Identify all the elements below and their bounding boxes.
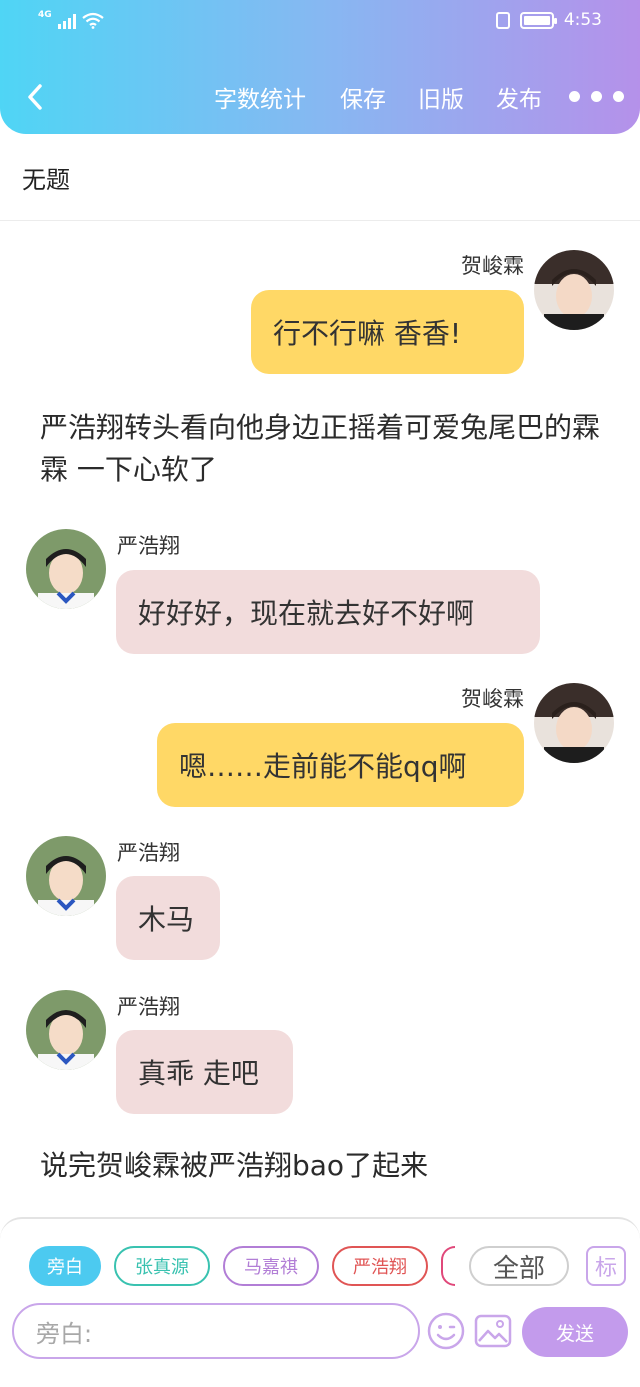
- avatar-yan-haoxiang[interactable]: [26, 529, 106, 609]
- role-chip-partial[interactable]: [441, 1246, 455, 1286]
- signal-icon: [57, 13, 76, 29]
- send-button[interactable]: 发送: [522, 1307, 628, 1357]
- narration-text[interactable]: 说完贺峻霖被严浩翔bao了起来: [40, 1145, 600, 1187]
- battery-icon: [519, 11, 557, 29]
- speaker-name: 严浩翔: [117, 995, 180, 1019]
- word-count-button[interactable]: 字数统计: [214, 80, 306, 114]
- more-dots-icon[interactable]: [569, 91, 624, 102]
- message-bubble[interactable]: 真乖 走吧: [116, 1030, 293, 1114]
- top-header: 4G 4:53 字数统计 保存 旧版 发布: [0, 0, 640, 134]
- role-chip-ma-jiaqi[interactable]: 马嘉祺: [223, 1246, 319, 1286]
- network-label: 4G: [38, 9, 52, 20]
- wifi-icon: [81, 12, 104, 29]
- speaker-name: 贺峻霖: [461, 687, 524, 711]
- message-bubble[interactable]: 嗯……走前能不能qq啊: [157, 723, 524, 807]
- speaker-name: 严浩翔: [117, 534, 180, 558]
- emoji-icon[interactable]: [426, 1311, 466, 1351]
- save-button[interactable]: 保存: [340, 80, 386, 114]
- avatar-he-junlin[interactable]: [534, 683, 614, 763]
- role-chip-zhang-zhenyuan[interactable]: 张真源: [114, 1246, 210, 1286]
- toolbar: 字数统计 保存 旧版 发布: [0, 78, 640, 118]
- narration-text[interactable]: 严浩翔转头看向他身边正摇着可爱兔尾巴的霖霖 一下心软了: [40, 407, 600, 491]
- image-icon[interactable]: [473, 1311, 513, 1351]
- all-roles-button[interactable]: 全部: [469, 1246, 569, 1286]
- message-bubble[interactable]: 好好好，现在就去好不好啊: [116, 570, 540, 654]
- speaker-name: 贺峻霖: [461, 254, 524, 278]
- message-input[interactable]: 旁白:: [12, 1303, 420, 1359]
- divider: [0, 220, 640, 221]
- vibrate-icon: [495, 11, 510, 29]
- role-chip-yan-haoxiang[interactable]: 严浩翔: [332, 1246, 428, 1286]
- avatar-yan-haoxiang[interactable]: [26, 836, 106, 916]
- message-bubble[interactable]: 木马: [116, 876, 220, 960]
- status-bar: 4G 4:53: [0, 10, 640, 36]
- avatar-yan-haoxiang[interactable]: [26, 990, 106, 1070]
- message-bubble[interactable]: 行不行嘛 香香!: [251, 290, 524, 374]
- clock: 4:53: [563, 10, 602, 30]
- avatar-he-junlin[interactable]: [534, 250, 614, 330]
- old-version-button[interactable]: 旧版: [418, 80, 464, 114]
- bottom-input-panel: 旁白 张真源 马嘉祺 严浩翔 全部 标 旁白: 发送: [0, 1217, 640, 1387]
- back-button[interactable]: [20, 78, 50, 116]
- publish-button[interactable]: 发布: [496, 80, 542, 114]
- document-title[interactable]: 无题: [22, 160, 70, 195]
- tag-button[interactable]: 标: [586, 1246, 626, 1286]
- speaker-name: 严浩翔: [117, 841, 180, 865]
- chevron-left-icon: [28, 84, 42, 110]
- role-chip-narrator[interactable]: 旁白: [29, 1246, 101, 1286]
